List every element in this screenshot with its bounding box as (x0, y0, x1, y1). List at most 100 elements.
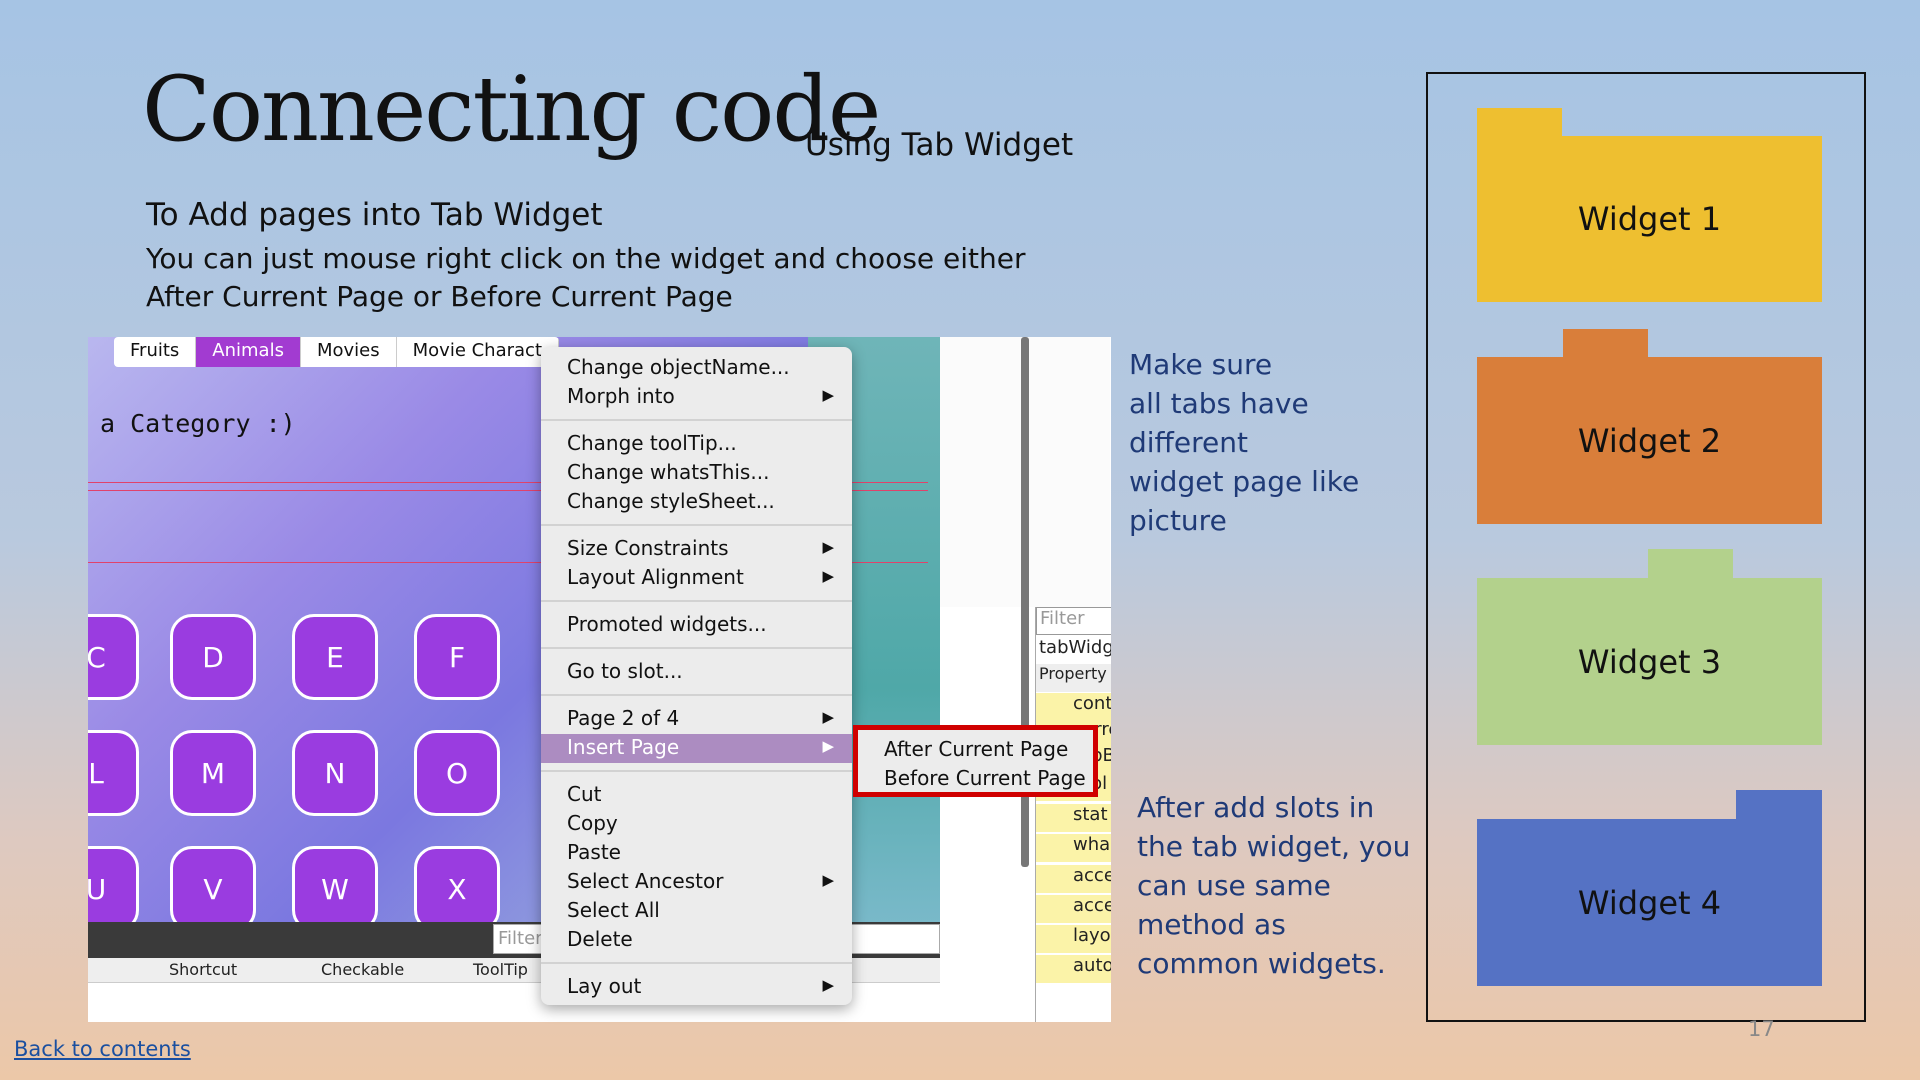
submenu-arrow-icon: ▶ (822, 976, 834, 994)
menu-item-insert-page[interactable]: Insert Page ▶ (541, 734, 852, 763)
column-header[interactable]: ToolTip (473, 960, 528, 979)
submenu-arrow-icon: ▶ (822, 567, 834, 585)
menu-separator (541, 524, 852, 526)
key-button[interactable]: M (170, 730, 256, 816)
context-menu: Change objectName... Morph into ▶ Change … (541, 347, 852, 1005)
menu-item-morph-into[interactable]: Morph into ▶ (541, 383, 852, 412)
menu-item-copy[interactable]: Copy (541, 810, 852, 839)
menu-item-select-all[interactable]: Select All (541, 897, 852, 926)
menu-item-label: Cut (567, 782, 602, 806)
widget-2: Widget 2 (1477, 357, 1822, 524)
key-button[interactable]: U (88, 846, 139, 932)
menu-item-label: Change styleSheet... (567, 489, 775, 513)
submenu-arrow-icon: ▶ (822, 386, 834, 404)
property-row[interactable]: wha (1036, 834, 1111, 862)
menu-item-change-tooltip[interactable]: Change toolTip... (541, 430, 852, 459)
key-button[interactable]: D (170, 614, 256, 700)
menu-item-label: Select Ancestor (567, 869, 724, 893)
key-button[interactable]: E (292, 614, 378, 700)
note-line: widget page like (1129, 465, 1360, 498)
menu-item-label: Insert Page (567, 735, 680, 759)
widget-1-tab (1477, 108, 1562, 138)
property-row[interactable]: acce (1036, 895, 1111, 923)
menu-separator (541, 962, 852, 964)
menu-item-label: Page 2 of 4 (567, 706, 680, 730)
property-row[interactable]: layo (1036, 925, 1111, 953)
back-to-contents-link[interactable]: Back to contents (14, 1037, 191, 1061)
menu-item-label: Lay out (567, 974, 642, 998)
menu-item-promoted-widgets[interactable]: Promoted widgets... (541, 611, 852, 640)
property-filter-input[interactable]: Filter (1036, 607, 1111, 635)
slide-title: Connecting code (142, 57, 881, 162)
column-header[interactable]: Checkable (321, 960, 404, 979)
key-button[interactable]: N (292, 730, 378, 816)
note-bottom: After add slots in the tab widget, you c… (1137, 788, 1437, 983)
menu-item-go-to-slot[interactable]: Go to slot... (541, 658, 852, 687)
widgets-diagram: Widget 1 Widget 2 Widget 3 Widget 4 (1426, 72, 1866, 1022)
menu-item-change-objectname[interactable]: Change objectName... (541, 354, 852, 383)
menu-item-label: Change toolTip... (567, 431, 737, 455)
key-button[interactable]: V (170, 846, 256, 932)
menu-item-cut[interactable]: Cut (541, 781, 852, 810)
property-object-name: tabWidg (1039, 637, 1111, 658)
submenu-arrow-icon: ▶ (822, 871, 834, 889)
widget-4: Widget 4 (1477, 819, 1822, 986)
widget-4-tab (1736, 790, 1822, 820)
note-line: After add slots in (1137, 791, 1375, 824)
menu-item-select-ancestor[interactable]: Select Ancestor ▶ (541, 868, 852, 897)
menu-item-layout-alignment[interactable]: Layout Alignment ▶ (541, 564, 852, 593)
menu-item-label: Select All (567, 898, 660, 922)
tab-movie-characters[interactable]: Movie Charact (397, 337, 560, 367)
menu-item-label: Paste (567, 840, 621, 864)
menu-item-lay-out[interactable]: Lay out ▶ (541, 973, 852, 1002)
slide-subtitle: Using Tab Widget (805, 127, 1074, 163)
submenu-arrow-icon: ▶ (822, 708, 834, 726)
key-button[interactable]: F (414, 614, 500, 700)
submenu-arrow-icon: ▶ (822, 538, 834, 556)
menu-item-label: Size Constraints (567, 536, 729, 560)
category-label: a Category :) (100, 409, 296, 438)
menu-item-label: Promoted widgets... (567, 612, 767, 636)
insert-page-submenu: After Current Page Before Current Page (853, 725, 1098, 797)
widget-3: Widget 3 (1477, 578, 1822, 745)
submenu-item-before-current-page[interactable]: Before Current Page (884, 766, 1086, 790)
menu-item-change-whatsthis[interactable]: Change whatsThis... (541, 459, 852, 488)
note-line: common widgets. (1137, 947, 1386, 980)
menu-separator (541, 419, 852, 421)
menu-item-paste[interactable]: Paste (541, 839, 852, 868)
property-editor: Filter tabWidg Property cont curre tabBa… (1035, 607, 1111, 1022)
note-line: all tabs have different (1129, 387, 1309, 459)
menu-item-change-stylesheet[interactable]: Change styleSheet... (541, 488, 852, 517)
menu-item-label: Copy (567, 811, 618, 835)
submenu-item-after-current-page[interactable]: After Current Page (884, 737, 1068, 761)
note-line: picture (1129, 504, 1227, 537)
tab-movies[interactable]: Movies (301, 337, 397, 367)
key-button[interactable]: O (414, 730, 500, 816)
menu-separator (541, 770, 852, 772)
note-line: Make sure (1129, 348, 1273, 381)
key-button[interactable]: X (414, 846, 500, 932)
slide-description: You can just mouse right click on the wi… (146, 242, 1026, 313)
widget-3-tab (1648, 549, 1733, 579)
property-row[interactable]: auto (1036, 955, 1111, 983)
menu-item-size-constraints[interactable]: Size Constraints ▶ (541, 535, 852, 564)
submenu-arrow-icon: ▶ (822, 737, 834, 755)
property-header: Property (1036, 664, 1111, 692)
widget-2-tab (1563, 329, 1648, 359)
menu-separator (541, 694, 852, 696)
key-button[interactable]: W (292, 846, 378, 932)
column-header[interactable]: Shortcut (169, 960, 237, 979)
tab-fruits[interactable]: Fruits (114, 337, 197, 367)
menu-item-label: Go to slot... (567, 659, 683, 683)
slide-heading: To Add pages into Tab Widget (146, 197, 603, 233)
menu-item-label: Change objectName... (567, 355, 790, 379)
menu-item-page-2-of-4[interactable]: Page 2 of 4 ▶ (541, 705, 852, 734)
menu-item-delete[interactable]: Delete (541, 926, 852, 955)
widget-1: Widget 1 (1477, 136, 1822, 302)
property-row[interactable]: stat (1036, 804, 1111, 832)
property-row[interactable]: cont (1036, 693, 1111, 721)
key-button[interactable]: L (88, 730, 139, 816)
key-button[interactable]: C (88, 614, 139, 700)
tab-animals[interactable]: Animals (196, 337, 301, 367)
property-row[interactable]: acce (1036, 865, 1111, 893)
